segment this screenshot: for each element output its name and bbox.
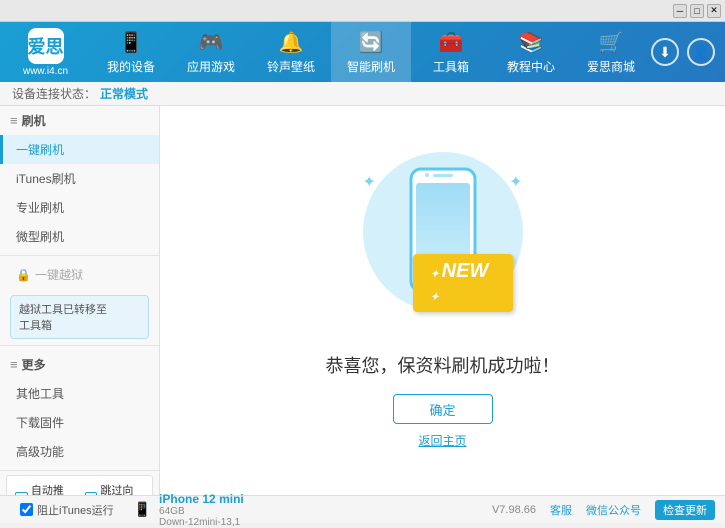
lock-icon: 🔒	[16, 268, 31, 282]
sidebar-item-itunes-flash[interactable]: iTunes刷机	[0, 164, 159, 193]
wechat-link[interactable]: 微信公众号	[586, 502, 641, 518]
sparkle-left-icon: ✦	[363, 172, 376, 192]
stop-itunes-label: 阻止iTunes运行	[37, 502, 114, 518]
nav-my-device[interactable]: 📱 我的设备	[91, 22, 171, 82]
sparkle-right-icon: ✦	[509, 172, 522, 192]
nav-tutorial[interactable]: 📚 教程中心	[491, 22, 571, 82]
download-btn[interactable]: ⬇	[651, 38, 679, 66]
sidebar-item-jailbreak: 🔒 一键越狱	[0, 260, 159, 289]
sidebar-item-advanced[interactable]: 高级功能	[0, 437, 159, 466]
phone-icon: 📱	[119, 30, 144, 55]
version-label: V7.98.66	[492, 504, 536, 516]
device-system: Down-12mini-13,1	[159, 517, 244, 528]
main-layout: ≡ 刷机 一键刷机 iTunes刷机 专业刷机 微型刷机 🔒 一键越狱 越狱工具…	[0, 106, 725, 495]
nav-items: 📱 我的设备 🎮 应用游戏 🔔 铃声壁纸 🔄 智能刷机 🧰 工具箱 📚 教程中心…	[91, 22, 651, 82]
sidebar-divider-1	[0, 255, 159, 256]
bottom-right: V7.98.66 客服 微信公众号 检查更新	[492, 500, 715, 520]
mall-icon: 🛒	[599, 30, 624, 55]
status-bar: 设备连接状态： 正常模式	[0, 82, 725, 106]
content-area: ✦ ✦ NEW 恭喜您，保资料刷机成功啦！ 确定 返回主页	[160, 106, 725, 495]
flash-icon: 🔄	[359, 30, 384, 55]
ringtone-icon: 🔔	[279, 30, 304, 55]
user-btn[interactable]: 👤	[687, 38, 715, 66]
support-link[interactable]: 客服	[550, 502, 572, 518]
new-badge: NEW	[413, 254, 513, 312]
logo-text: www.i4.cn	[23, 66, 68, 77]
sidebar-item-download-fw[interactable]: 下载固件	[0, 408, 159, 437]
status-value: 正常模式	[100, 85, 148, 102]
sidebar-item-one-key-flash[interactable]: 一键刷机	[0, 135, 159, 164]
sidebar-checkboxes: ✓ 自动推送 ✓ 跳过向导	[6, 475, 153, 495]
stop-itunes-checkbox[interactable]	[20, 503, 33, 516]
nav-smart-flash[interactable]: 🔄 智能刷机	[331, 22, 411, 82]
illustration: ✦ ✦ NEW	[343, 152, 543, 332]
nav-toolbox[interactable]: 🧰 工具箱	[411, 22, 491, 82]
sidebar-flash-section: ≡ 刷机	[0, 106, 159, 135]
device-details: iPhone 12 mini 64GB Down-12mini-13,1	[155, 492, 244, 528]
skip-wizard-check-icon: ✓	[85, 492, 98, 496]
bottom-bar: 阻止iTunes运行 📱 iPhone 12 mini 64GB Down-12…	[0, 495, 725, 523]
logo-area[interactable]: 爱思 www.i4.cn	[0, 28, 91, 77]
maximize-btn[interactable]: □	[690, 4, 704, 18]
header: 爱思 www.i4.cn 📱 我的设备 🎮 应用游戏 🔔 铃声壁纸 🔄 智能刷机…	[0, 22, 725, 82]
device-info-area: 📱 iPhone 12 mini 64GB Down-12mini-13,1	[134, 492, 244, 528]
stop-itunes-area: 阻止iTunes运行	[10, 498, 124, 522]
sidebar-more-section: ≡ 更多	[0, 350, 159, 379]
apps-icon: 🎮	[199, 30, 224, 55]
title-bar: ─ □ ✕	[0, 0, 725, 22]
nav-apps-games[interactable]: 🎮 应用游戏	[171, 22, 251, 82]
sidebar-divider-2	[0, 345, 159, 346]
update-button[interactable]: 检查更新	[655, 500, 715, 520]
status-label: 设备连接状态：	[12, 85, 96, 102]
section-icon: ≡	[10, 113, 18, 128]
sidebar-item-pro-flash[interactable]: 专业刷机	[0, 193, 159, 222]
sidebar-item-micro-flash[interactable]: 微型刷机	[0, 222, 159, 251]
confirm-button[interactable]: 确定	[393, 394, 493, 424]
auto-send-checkbox[interactable]: ✓ 自动推送	[15, 482, 75, 495]
toolbox-icon: 🧰	[439, 30, 464, 55]
minimize-btn[interactable]: ─	[673, 4, 687, 18]
auto-send-check-icon: ✓	[15, 492, 28, 496]
nav-mall[interactable]: 🛒 爱思商城	[571, 22, 651, 82]
phone-small-icon: 📱	[134, 501, 151, 518]
device-name: iPhone 12 mini	[159, 492, 244, 506]
home-link[interactable]: 返回主页	[418, 432, 466, 449]
sidebar-divider-3	[0, 470, 159, 471]
nav-right-buttons: ⬇ 👤	[651, 38, 725, 66]
tutorial-icon: 📚	[519, 30, 544, 55]
more-section-icon: ≡	[10, 357, 18, 372]
device-storage: 64GB	[159, 506, 244, 517]
sidebar: ≡ 刷机 一键刷机 iTunes刷机 专业刷机 微型刷机 🔒 一键越狱 越狱工具…	[0, 106, 160, 495]
sidebar-item-other-tools[interactable]: 其他工具	[0, 379, 159, 408]
logo-icon: 爱思	[28, 28, 64, 64]
nav-ringtones[interactable]: 🔔 铃声壁纸	[251, 22, 331, 82]
close-btn[interactable]: ✕	[707, 4, 721, 18]
sidebar-notice: 越狱工具已转移至工具箱	[10, 295, 149, 339]
success-message: 恭喜您，保资料刷机成功啦！	[326, 352, 560, 378]
